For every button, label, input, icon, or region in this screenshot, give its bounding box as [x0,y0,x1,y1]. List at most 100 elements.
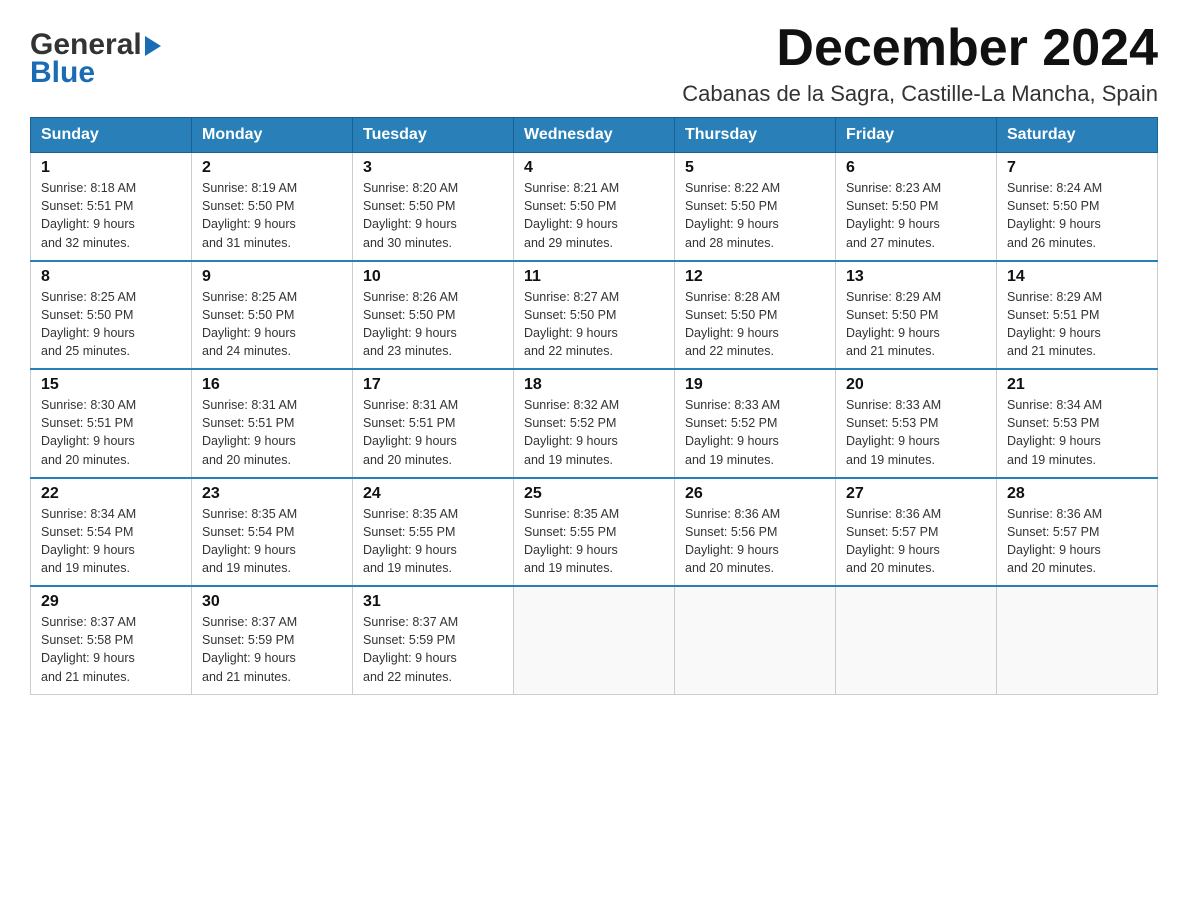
day-info: Sunrise: 8:31 AMSunset: 5:51 PMDaylight:… [202,398,297,466]
calendar-cell [514,586,675,694]
day-info: Sunrise: 8:35 AMSunset: 5:55 PMDaylight:… [363,507,458,575]
day-info: Sunrise: 8:18 AMSunset: 5:51 PMDaylight:… [41,181,136,249]
day-info: Sunrise: 8:35 AMSunset: 5:55 PMDaylight:… [524,507,619,575]
day-number: 3 [363,159,503,177]
page-header: General Blue December 2024 Cabanas de la… [30,20,1158,107]
day-number: 19 [685,376,825,394]
day-info: Sunrise: 8:19 AMSunset: 5:50 PMDaylight:… [202,181,297,249]
logo-arrow-icon [145,36,161,56]
calendar-cell: 12Sunrise: 8:28 AMSunset: 5:50 PMDayligh… [675,261,836,370]
month-year-title: December 2024 [682,20,1158,77]
day-number: 26 [685,485,825,503]
day-info: Sunrise: 8:25 AMSunset: 5:50 PMDaylight:… [41,290,136,358]
day-number: 9 [202,268,342,286]
calendar-cell: 19 Sunrise: 8:33 AMSunset: 5:52 PMDayligh… [675,369,836,478]
day-number: 18 [524,376,664,394]
day-number: 17 [363,376,503,394]
day-info: Sunrise: 8:22 AMSunset: 5:50 PMDaylight:… [685,181,780,249]
calendar-cell: 18 Sunrise: 8:32 AMSunset: 5:52 PMDayligh… [514,369,675,478]
calendar-cell [836,586,997,694]
calendar-cell: 13Sunrise: 8:29 AMSunset: 5:50 PMDayligh… [836,261,997,370]
calendar-cell: 7 Sunrise: 8:24 AMSunset: 5:50 PMDaylight… [997,153,1158,261]
day-number: 4 [524,159,664,177]
calendar-cell: 6Sunrise: 8:23 AMSunset: 5:50 PMDaylight… [836,153,997,261]
calendar-cell: 2 Sunrise: 8:19 AMSunset: 5:50 PMDaylight… [192,153,353,261]
day-info: Sunrise: 8:27 AMSunset: 5:50 PMDaylight:… [524,290,619,358]
calendar-cell: 3 Sunrise: 8:20 AMSunset: 5:50 PMDaylight… [353,153,514,261]
calendar-cell: 25 Sunrise: 8:35 AMSunset: 5:55 PMDayligh… [514,478,675,587]
day-number: 10 [363,268,503,286]
day-info: Sunrise: 8:29 AMSunset: 5:51 PMDaylight:… [1007,290,1102,358]
day-number: 2 [202,159,342,177]
day-info: Sunrise: 8:33 AMSunset: 5:53 PMDaylight:… [846,398,941,466]
day-info: Sunrise: 8:32 AMSunset: 5:52 PMDaylight:… [524,398,619,466]
calendar-cell: 26Sunrise: 8:36 AMSunset: 5:56 PMDayligh… [675,478,836,587]
calendar-cell: 4Sunrise: 8:21 AMSunset: 5:50 PMDaylight… [514,153,675,261]
day-info: Sunrise: 8:33 AMSunset: 5:52 PMDaylight:… [685,398,780,466]
header-row: SundayMondayTuesdayWednesdayThursdayFrid… [31,118,1158,153]
day-number: 29 [41,593,181,611]
calendar-cell: 20Sunrise: 8:33 AMSunset: 5:53 PMDayligh… [836,369,997,478]
day-number: 31 [363,593,503,611]
calendar-cell [675,586,836,694]
week-row-5: 29 Sunrise: 8:37 AMSunset: 5:58 PMDayligh… [31,586,1158,694]
day-number: 5 [685,159,825,177]
day-info: Sunrise: 8:36 AMSunset: 5:57 PMDaylight:… [846,507,941,575]
header-cell-tuesday: Tuesday [353,118,514,153]
day-info: Sunrise: 8:29 AMSunset: 5:50 PMDaylight:… [846,290,941,358]
day-info: Sunrise: 8:34 AMSunset: 5:53 PMDaylight:… [1007,398,1102,466]
calendar-cell: 1 Sunrise: 8:18 AMSunset: 5:51 PMDaylight… [31,153,192,261]
day-info: Sunrise: 8:34 AMSunset: 5:54 PMDaylight:… [41,507,136,575]
calendar-cell: 28 Sunrise: 8:36 AMSunset: 5:57 PMDayligh… [997,478,1158,587]
calendar-cell: 23 Sunrise: 8:35 AMSunset: 5:54 PMDayligh… [192,478,353,587]
day-number: 30 [202,593,342,611]
day-info: Sunrise: 8:26 AMSunset: 5:50 PMDaylight:… [363,290,458,358]
week-row-2: 8Sunrise: 8:25 AMSunset: 5:50 PMDaylight… [31,261,1158,370]
header-cell-wednesday: Wednesday [514,118,675,153]
day-info: Sunrise: 8:20 AMSunset: 5:50 PMDaylight:… [363,181,458,249]
day-info: Sunrise: 8:30 AMSunset: 5:51 PMDaylight:… [41,398,136,466]
day-info: Sunrise: 8:28 AMSunset: 5:50 PMDaylight:… [685,290,780,358]
calendar-cell: 30 Sunrise: 8:37 AMSunset: 5:59 PMDayligh… [192,586,353,694]
calendar-cell: 16Sunrise: 8:31 AMSunset: 5:51 PMDayligh… [192,369,353,478]
day-info: Sunrise: 8:31 AMSunset: 5:51 PMDaylight:… [363,398,458,466]
calendar-cell: 31Sunrise: 8:37 AMSunset: 5:59 PMDayligh… [353,586,514,694]
header-cell-sunday: Sunday [31,118,192,153]
calendar-cell: 27 Sunrise: 8:36 AMSunset: 5:57 PMDayligh… [836,478,997,587]
title-area: December 2024 Cabanas de la Sagra, Casti… [682,20,1158,107]
calendar-cell: 29 Sunrise: 8:37 AMSunset: 5:58 PMDayligh… [31,586,192,694]
calendar-cell: 5 Sunrise: 8:22 AMSunset: 5:50 PMDaylight… [675,153,836,261]
day-number: 25 [524,485,664,503]
day-number: 22 [41,485,181,503]
day-info: Sunrise: 8:36 AMSunset: 5:57 PMDaylight:… [1007,507,1102,575]
day-info: Sunrise: 8:35 AMSunset: 5:54 PMDaylight:… [202,507,297,575]
day-info: Sunrise: 8:23 AMSunset: 5:50 PMDaylight:… [846,181,941,249]
day-number: 7 [1007,159,1147,177]
location-subtitle: Cabanas de la Sagra, Castille-La Mancha,… [682,81,1158,107]
calendar-cell: 8Sunrise: 8:25 AMSunset: 5:50 PMDaylight… [31,261,192,370]
header-cell-saturday: Saturday [997,118,1158,153]
day-info: Sunrise: 8:24 AMSunset: 5:50 PMDaylight:… [1007,181,1102,249]
day-number: 11 [524,268,664,286]
day-number: 28 [1007,485,1147,503]
calendar-cell: 14 Sunrise: 8:29 AMSunset: 5:51 PMDayligh… [997,261,1158,370]
calendar-table: SundayMondayTuesdayWednesdayThursdayFrid… [30,117,1158,695]
header-cell-thursday: Thursday [675,118,836,153]
day-number: 15 [41,376,181,394]
calendar-body: 1 Sunrise: 8:18 AMSunset: 5:51 PMDaylight… [31,153,1158,695]
calendar-cell: 24Sunrise: 8:35 AMSunset: 5:55 PMDayligh… [353,478,514,587]
calendar-header: SundayMondayTuesdayWednesdayThursdayFrid… [31,118,1158,153]
logo-blue-text: Blue [30,58,161,88]
logo: General Blue [30,30,161,88]
day-number: 27 [846,485,986,503]
day-info: Sunrise: 8:37 AMSunset: 5:59 PMDaylight:… [202,615,297,683]
day-number: 23 [202,485,342,503]
calendar-cell: 10 Sunrise: 8:26 AMSunset: 5:50 PMDayligh… [353,261,514,370]
day-number: 1 [41,159,181,177]
calendar-cell: 22 Sunrise: 8:34 AMSunset: 5:54 PMDayligh… [31,478,192,587]
day-number: 21 [1007,376,1147,394]
day-info: Sunrise: 8:37 AMSunset: 5:58 PMDaylight:… [41,615,136,683]
day-number: 14 [1007,268,1147,286]
header-cell-friday: Friday [836,118,997,153]
week-row-3: 15 Sunrise: 8:30 AMSunset: 5:51 PMDayligh… [31,369,1158,478]
